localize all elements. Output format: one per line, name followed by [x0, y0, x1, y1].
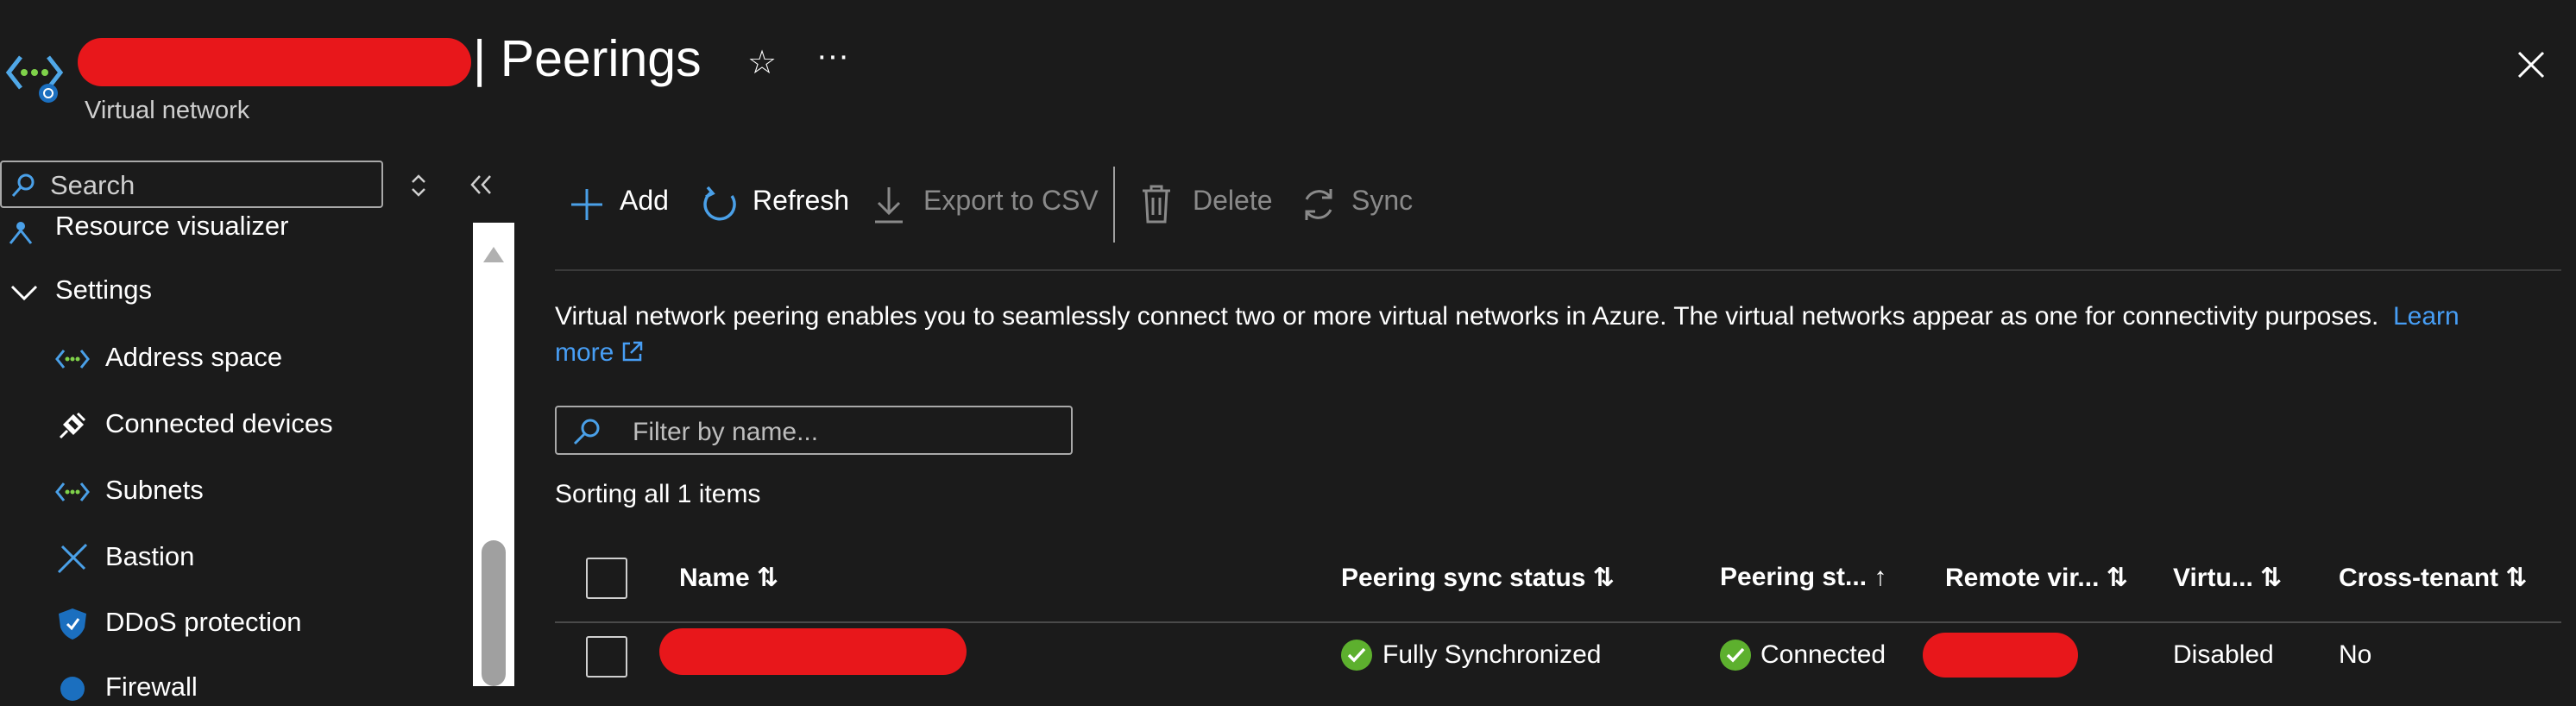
- sidebar-item-label: Bastion: [105, 541, 195, 571]
- search-icon: [11, 173, 35, 198]
- chevron-down-icon: [10, 285, 38, 301]
- plug-icon: [59, 412, 86, 439]
- column-header-peering-state[interactable]: Peering st... ↑: [1720, 563, 1886, 592]
- collapse-sidebar-icon[interactable]: [468, 173, 495, 197]
- resource-visualizer-icon: [9, 222, 33, 244]
- vnet-icon: [55, 482, 90, 501]
- sidebar-item-label: Address space: [105, 342, 283, 372]
- sidebar-item-label: Resource visualizer: [55, 211, 289, 241]
- add-button-label: Add: [620, 185, 669, 216]
- more-options-icon[interactable]: ···: [816, 38, 849, 75]
- external-link-icon[interactable]: [621, 340, 644, 362]
- success-check-icon: [1720, 640, 1751, 671]
- filter-input[interactable]: [631, 414, 1049, 451]
- redacted-peering-name[interactable]: [659, 628, 967, 675]
- success-check-icon: [1341, 640, 1372, 671]
- firewall-icon: [60, 677, 85, 701]
- description-text: Virtual network peering enables you to s…: [555, 302, 2379, 331]
- sidebar-item-label: Subnets: [105, 475, 204, 505]
- star-icon[interactable]: ☆: [747, 43, 777, 82]
- bastion-icon: [57, 543, 88, 574]
- sidebar-item-label: DDoS protection: [105, 607, 302, 637]
- toolbar-separator: [555, 269, 2561, 271]
- virtual-network-icon: [5, 55, 64, 103]
- sidebar-group-label: Settings: [55, 274, 153, 305]
- cell-peering-state: Connected: [1760, 640, 1886, 669]
- column-header-cross-tenant[interactable]: Cross-tenant ⇅: [2339, 563, 2528, 593]
- sorting-status: Sorting all 1 items: [555, 480, 761, 508]
- sync-icon: [1305, 189, 1332, 220]
- refresh-button-label: Refresh: [753, 185, 850, 216]
- sync-button-label: Sync: [1351, 185, 1414, 216]
- sidebar-scroll-thumb[interactable]: [482, 540, 506, 686]
- download-icon: [875, 187, 903, 224]
- table-header-divider: [555, 621, 2561, 623]
- select-all-checkbox[interactable]: [586, 558, 627, 599]
- add-icon: [571, 189, 602, 220]
- export-csv-button-label: Export to CSV: [923, 185, 1099, 216]
- redacted-resource-name: [78, 38, 471, 86]
- peering-description: Virtual network peering enables you to s…: [555, 299, 2459, 371]
- cell-peering-sync-status: Fully Synchronized: [1382, 640, 1602, 669]
- column-header-virtual-network-access[interactable]: Virtu... ⇅: [2173, 563, 2282, 593]
- page-subtitle: Virtual network: [85, 97, 250, 124]
- search-icon: [573, 419, 600, 445]
- trash-icon: [1143, 185, 1170, 224]
- sidebar-search[interactable]: [0, 161, 383, 208]
- sidebar-item-label: Firewall: [105, 671, 198, 702]
- filter-field[interactable]: [555, 406, 1073, 455]
- sidebar-item-label: Connected devices: [105, 408, 333, 438]
- vnet-icon: [55, 350, 90, 369]
- row-checkbox[interactable]: [586, 636, 627, 678]
- column-header-name[interactable]: Name ⇅: [679, 563, 778, 593]
- cell-cross-tenant: No: [2339, 640, 2372, 669]
- sort-toggle-icon[interactable]: [409, 173, 428, 199]
- delete-button-label: Delete: [1193, 185, 1273, 216]
- learn-more-link-continued[interactable]: more: [555, 338, 614, 367]
- close-icon[interactable]: [2516, 50, 2546, 79]
- refresh-icon: [703, 186, 736, 221]
- learn-more-link[interactable]: Learn: [2393, 302, 2459, 331]
- toolbar-divider: [1113, 167, 1115, 243]
- page-title: | Peerings: [473, 30, 702, 87]
- sidebar-search-input[interactable]: [48, 167, 371, 204]
- column-header-peering-sync-status[interactable]: Peering sync status ⇅: [1341, 563, 1615, 593]
- column-header-remote-virtual-network[interactable]: Remote vir... ⇅: [1945, 563, 2128, 593]
- scroll-up-arrow-icon[interactable]: [482, 243, 506, 264]
- shield-icon: [59, 608, 86, 640]
- cell-virtual-network-access: Disabled: [2173, 640, 2274, 669]
- redacted-remote-network[interactable]: [1923, 633, 2078, 678]
